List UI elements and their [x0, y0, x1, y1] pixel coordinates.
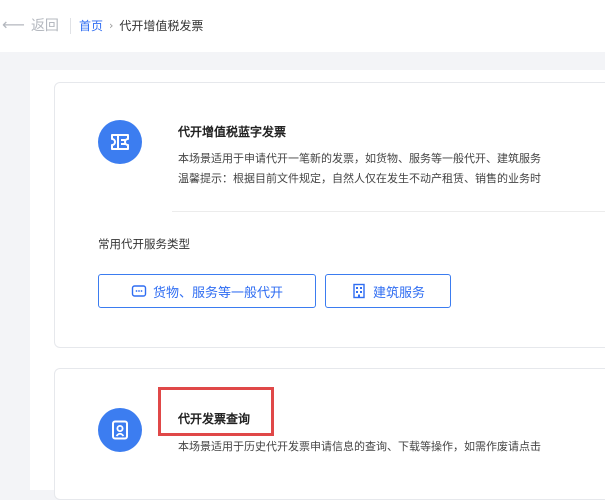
blue-invoice-desc-1: 本场景适用于申请代开一笔新的发票，如货物、服务等一般代开、建筑服务 — [178, 152, 541, 165]
blue-invoice-card — [54, 82, 605, 348]
breadcrumb-separator: › — [109, 19, 114, 32]
card-divider — [172, 211, 605, 212]
breadcrumb: 首页 › 代开增值税发票 — [79, 17, 203, 34]
blue-invoice-desc-2: 温馨提示：根据目前文件规定，自然人仅在发生不动产租赁、销售的业务时 — [178, 172, 541, 185]
back-arrow-icon: ⟵ — [2, 15, 25, 34]
service-types-label: 常用代开服务类型 — [98, 237, 190, 251]
invoice-query-desc: 本场景适用于历史代开发票申请信息的查询、下载等操作，如需作废请点击 — [178, 440, 541, 453]
breadcrumb-current: 代开增值税发票 — [119, 19, 204, 33]
construction-service-label: 建筑服务 — [372, 285, 425, 301]
breadcrumb-home-link[interactable]: 首页 — [79, 17, 103, 34]
construction-service-button[interactable]: 建筑服务 — [325, 274, 451, 308]
general-issue-label: 货物、服务等一般代开 — [152, 285, 283, 301]
building-icon — [351, 283, 367, 299]
query-doc-icon — [98, 408, 142, 452]
nav-divider — [70, 18, 71, 34]
blue-invoice-title: 代开增值税蓝字发票 — [178, 125, 287, 139]
general-issue-button[interactable]: 货物、服务等一般代开 — [98, 274, 316, 308]
top-nav-bar: ⟵ 返回 首页 › 代开增值税发票 — [0, 0, 605, 52]
back-label: 返回 — [30, 18, 59, 34]
goods-icon — [131, 283, 147, 299]
back-button[interactable]: ⟵ 返回 — [2, 15, 59, 35]
ticket-icon — [98, 120, 142, 164]
highlight-box — [158, 387, 274, 436]
